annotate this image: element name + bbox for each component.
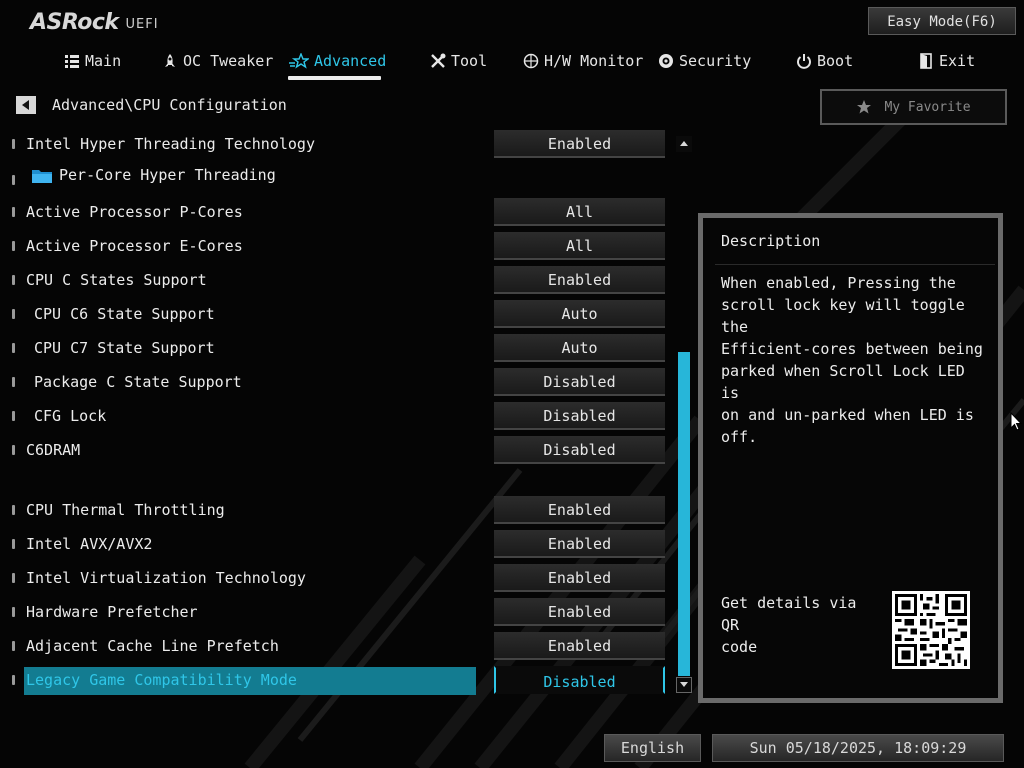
row-marker [12,309,15,319]
tools-icon [431,53,446,68]
tab-advanced[interactable]: Advanced [289,46,386,76]
setting-label: CFG Lock [34,407,107,425]
star-icon [289,53,309,69]
setting-value-e-cores[interactable]: All [494,232,665,260]
setting-label: Active Processor P-Cores [26,203,243,221]
setting-label: Package C State Support [34,373,242,391]
setting-value-c6dram[interactable]: Disabled [494,436,665,464]
tab-label: OC Tweaker [183,52,274,70]
row-marker [12,641,15,651]
setting-value-hyper-threading[interactable]: Enabled [494,130,665,158]
row-marker [12,377,15,387]
setting-label: Hardware Prefetcher [26,603,198,621]
product-name: UEFI [125,17,159,32]
qr-caption: Get details via QR code [721,594,857,656]
tab-exit[interactable]: Exit [918,46,975,76]
setting-label: Active Processor E-Cores [26,237,243,255]
setting-label: Adjacent Cache Line Prefetch [26,637,279,655]
tab-hw-monitor[interactable]: H/W Monitor [523,46,643,76]
row-marker [12,573,15,583]
setting-label: CPU C6 State Support [34,305,215,323]
tab-label: Security [679,52,752,70]
setting-value-adjacent-cache[interactable]: Enabled [494,632,665,660]
setting-label: Per-Core Hyper Threading [59,166,276,184]
rocket-icon [165,54,175,67]
setting-label: CPU C States Support [26,271,207,289]
tab-oc-tweaker[interactable]: OC Tweaker [162,46,273,76]
setting-value-package-c-state[interactable]: Disabled [494,368,665,396]
setting-label: Legacy Game Compatibility Mode [26,671,297,689]
row-marker [12,539,15,549]
setting-value-thermal-throttling[interactable]: Enabled [494,496,665,524]
exit-door-icon [920,53,932,69]
back-button[interactable] [16,96,36,114]
setting-value-legacy-game-mode[interactable]: Disabled [494,666,665,694]
setting-value-c6-state[interactable]: Auto [494,300,665,328]
power-icon [797,54,811,69]
setting-value-c-states[interactable]: Enabled [494,266,665,294]
row-marker [12,675,15,685]
breadcrumb: Advanced\CPU Configuration [52,96,287,114]
tab-main[interactable]: Main [64,46,121,76]
scroll-up-button[interactable] [676,136,692,152]
setting-label: Intel AVX/AVX2 [26,535,153,553]
language-button[interactable]: English [604,734,701,762]
tab-security[interactable]: Security [658,46,751,76]
row-marker [12,275,15,285]
setting-value-hw-prefetcher[interactable]: Enabled [494,598,665,626]
shield-icon [659,54,673,68]
folder-icon [32,170,52,183]
tab-label: Main [85,52,122,70]
tab-label: Tool [451,52,488,70]
easy-mode-button[interactable]: Easy Mode(F6) [868,7,1016,35]
description-text: When enabled, Pressing the scroll lock k… [721,274,983,446]
tab-label: Boot [817,52,854,70]
favorite-label: My Favorite [884,99,971,115]
divider [715,264,995,265]
description-title: Description [721,232,821,250]
scrollbar-thumb[interactable] [678,352,690,676]
brand-name: ASRock [30,10,119,35]
row-marker [12,411,15,421]
list-icon [65,55,79,68]
setting-label: Intel Hyper Threading Technology [26,135,315,153]
row-marker [12,505,15,515]
monitor-icon [523,53,539,69]
row-marker [12,445,15,455]
tab-label: H/W Monitor [544,52,644,70]
setting-value-cfg-lock[interactable]: Disabled [494,402,665,430]
row-marker [12,139,15,149]
qr-code-icon [892,591,970,669]
row-marker [12,607,15,617]
tab-label: Exit [939,52,976,70]
setting-label: CPU C7 State Support [34,339,215,357]
row-marker [12,241,15,251]
star-icon [857,100,872,114]
setting-value-c7-state[interactable]: Auto [494,334,665,362]
scroll-down-button[interactable] [676,677,692,693]
my-favorite-button[interactable]: My Favorite [820,89,1007,125]
setting-value-virtualization[interactable]: Enabled [494,564,665,592]
main-nav: Main OC Tweaker Advanced Tool H/W Monito… [0,46,1024,82]
active-tab-indicator [288,76,381,80]
setting-value-avx[interactable]: Enabled [494,530,665,558]
row-marker [12,207,15,217]
datetime-display: Sun 05/18/2025, 18:09:29 [712,734,1004,762]
setting-label: C6DRAM [26,441,81,459]
asrock-logo: ASRock UEFI [30,9,159,37]
mouse-cursor-icon [1010,412,1022,431]
setting-label: Intel Virtualization Technology [26,569,306,587]
tab-tool[interactable]: Tool [430,46,487,76]
tab-label: Advanced [314,52,387,70]
setting-value-p-cores[interactable]: All [494,198,665,226]
tab-boot[interactable]: Boot [796,46,853,76]
setting-label: CPU Thermal Throttling [26,501,225,519]
description-panel: Description When enabled, Pressing the s… [698,213,1003,703]
row-marker [12,175,15,185]
row-marker [12,343,15,353]
